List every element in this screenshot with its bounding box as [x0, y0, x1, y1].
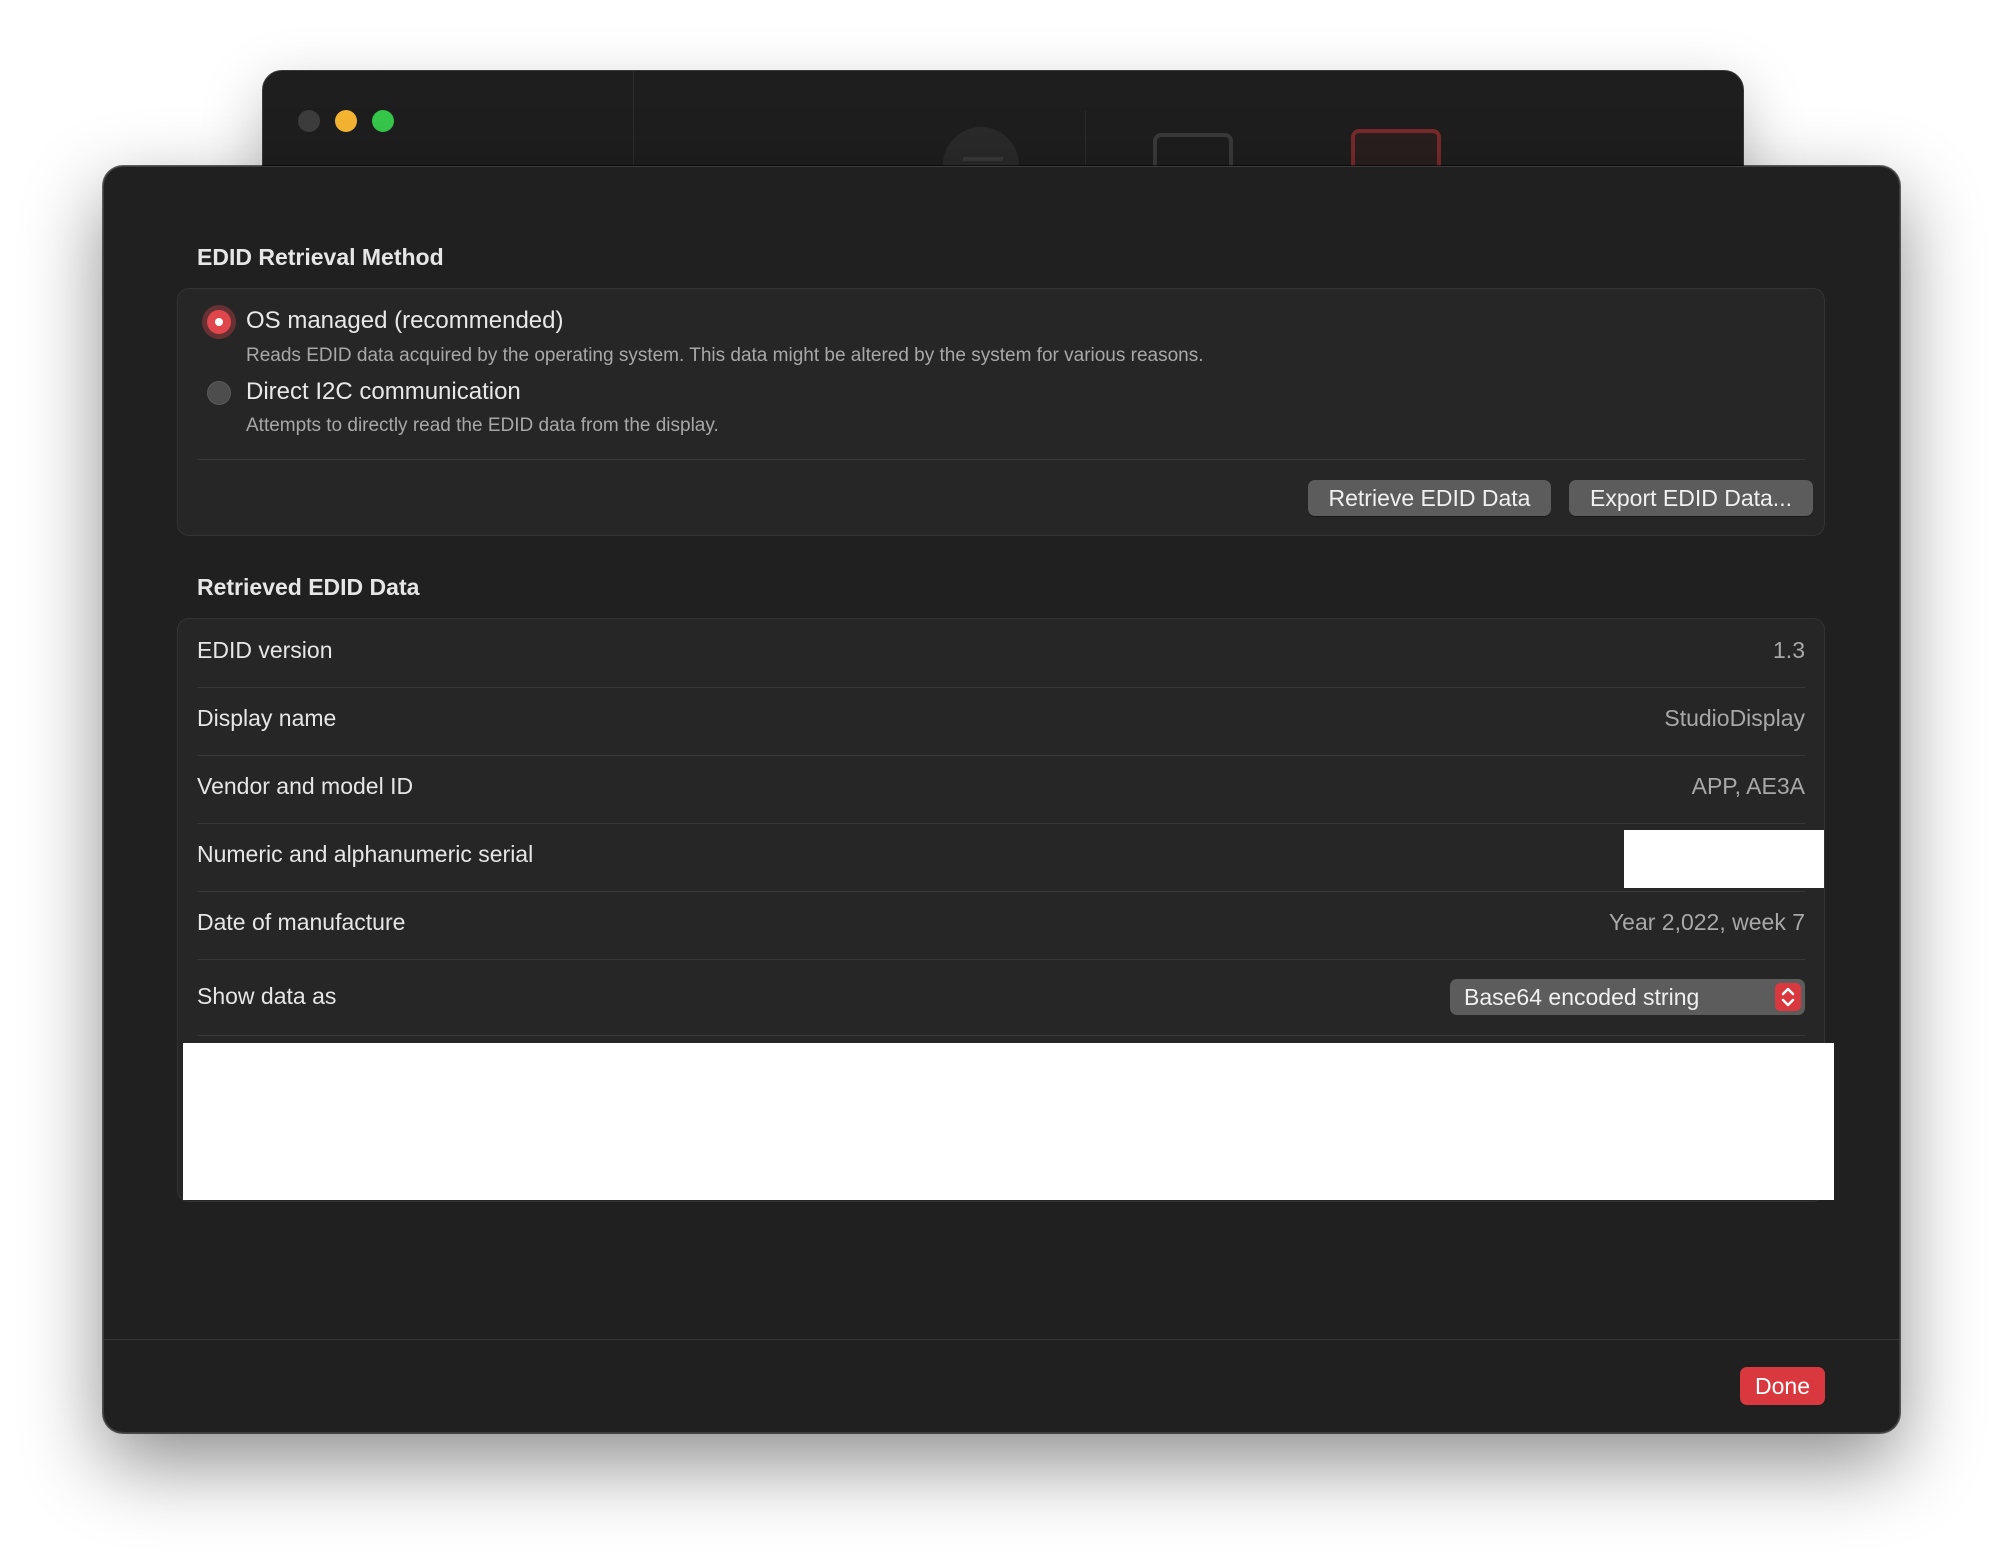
data-format-value: Base64 encoded string	[1464, 984, 1700, 1010]
retrieved-data-title: Retrieved EDID Data	[197, 574, 420, 600]
display-name-label: Display name	[197, 705, 337, 731]
retrieval-method-group: OS managed (recommended) Reads EDID data…	[177, 288, 1825, 536]
serial-label: Numeric and alphanumeric serial	[197, 841, 534, 867]
group-divider	[197, 459, 1805, 460]
done-button[interactable]: Done	[1740, 1367, 1825, 1405]
footer-divider	[104, 1339, 1899, 1340]
manufacture-date-label: Date of manufacture	[197, 909, 406, 935]
table-row: Show data as Base64 encoded string	[197, 959, 1805, 1036]
vendor-model-value: APP, AE3A	[1691, 773, 1805, 799]
chevron-up-down-icon	[1775, 983, 1801, 1011]
os-managed-radio[interactable]	[207, 310, 231, 334]
direct-i2c-label[interactable]: Direct I2C communication	[246, 378, 521, 406]
direct-i2c-description: Attempts to directly read the EDID data …	[246, 415, 719, 436]
zoom-window-button[interactable]	[372, 110, 394, 132]
edid-version-label: EDID version	[197, 637, 333, 663]
serial-redaction	[1624, 830, 1824, 888]
edid-data-redaction	[183, 1043, 1834, 1200]
minimize-window-button[interactable]	[335, 110, 357, 132]
table-row: EDID version 1.3	[197, 619, 1805, 688]
display-name-value: StudioDisplay	[1664, 705, 1805, 731]
vendor-model-label: Vendor and model ID	[197, 773, 414, 799]
export-edid-button[interactable]: Export EDID Data...	[1569, 480, 1813, 516]
os-managed-label[interactable]: OS managed (recommended)	[246, 307, 563, 335]
edid-version-value: 1.3	[1773, 637, 1805, 663]
table-row: Vendor and model ID APP, AE3A	[197, 755, 1805, 824]
direct-i2c-radio[interactable]	[207, 381, 231, 405]
show-data-as-label: Show data as	[197, 983, 337, 1009]
manufacture-date-value: Year 2,022, week 7	[1608, 909, 1805, 935]
edid-sheet: EDID Retrieval Method OS managed (recomm…	[103, 166, 1900, 1433]
retrieval-method-title: EDID Retrieval Method	[197, 244, 444, 270]
retrieve-edid-button[interactable]: Retrieve EDID Data	[1308, 480, 1551, 516]
table-row: Display name StudioDisplay	[197, 687, 1805, 756]
os-managed-description: Reads EDID data acquired by the operatin…	[246, 345, 1204, 366]
data-format-select[interactable]: Base64 encoded string	[1450, 979, 1805, 1015]
table-row: Numeric and alphanumeric serial	[197, 823, 1824, 892]
retrieved-data-group: EDID version 1.3 Display name StudioDisp…	[177, 618, 1834, 1202]
table-row: Date of manufacture Year 2,022, week 7	[197, 891, 1805, 960]
close-window-button[interactable]	[298, 110, 320, 132]
